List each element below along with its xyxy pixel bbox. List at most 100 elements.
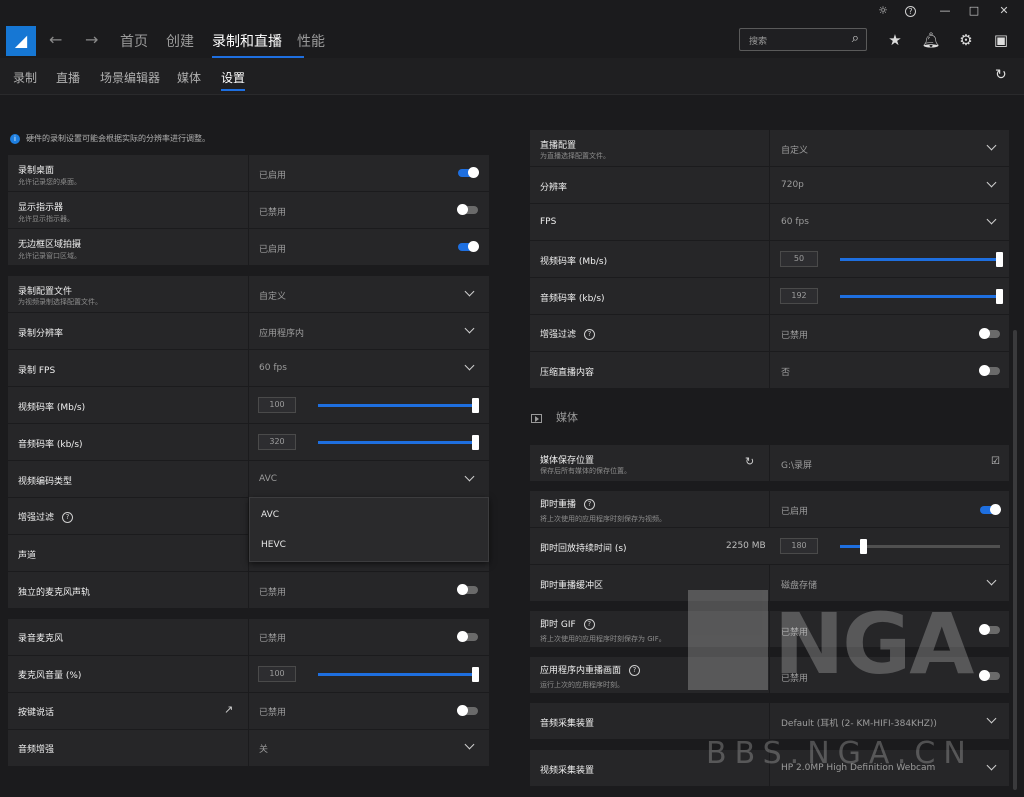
setting-label: 媒体保存位置 xyxy=(540,456,595,466)
mic-volume-input[interactable]: 100 xyxy=(258,666,296,682)
help-icon[interactable]: ? xyxy=(584,329,596,340)
chevron-down-icon[interactable] xyxy=(986,140,997,151)
tab-media[interactable]: 媒体 xyxy=(177,69,201,86)
setting-row-record-resolution[interactable]: 录制分辨率 应用程序内 xyxy=(8,313,489,350)
bell-icon[interactable]: 🔔︎ xyxy=(921,30,941,50)
reset-location-icon[interactable]: ↻ xyxy=(745,455,754,468)
setting-label: 增强过滤? xyxy=(540,327,596,340)
setting-value: 关 xyxy=(259,745,269,755)
tab-scene-editor[interactable]: 场景编辑器 xyxy=(100,69,160,86)
tab-stream[interactable]: 直播 xyxy=(56,69,80,86)
stream-enhance-label: 增强过滤 xyxy=(540,330,577,340)
mic-volume-slider[interactable] xyxy=(318,667,479,682)
setting-label: 即时回放持续时间 (s) xyxy=(540,544,627,554)
setting-row-audio-boost[interactable]: 音频增强 关 xyxy=(8,730,489,767)
chevron-down-icon[interactable] xyxy=(464,286,475,297)
help-icon[interactable]: ? xyxy=(583,619,595,630)
stream-video-bitrate-input[interactable]: 50 xyxy=(780,251,818,267)
share-arrow-icon[interactable]: ↗ xyxy=(224,703,233,716)
account-icon[interactable]: ▣ xyxy=(991,30,1011,50)
setting-label: 视频码率 (Mb/s) xyxy=(18,403,86,413)
edit-folder-icon[interactable]: ☑ xyxy=(991,456,1000,467)
setting-label: 录制配置文件 xyxy=(18,287,73,297)
scrollbar[interactable] xyxy=(1013,330,1017,790)
help-icon[interactable]: ? xyxy=(905,6,916,17)
nav-record-stream[interactable]: 录制和直播 xyxy=(212,31,282,51)
nga-watermark: NGA BBS.NGA.CN xyxy=(688,590,988,790)
record-desktop-toggle[interactable] xyxy=(458,167,479,178)
setting-row-stream-resolution[interactable]: 分辨率 720p xyxy=(530,167,1009,204)
stream-enhance-toggle[interactable] xyxy=(979,328,1000,339)
nav-performance[interactable]: 性能 xyxy=(297,31,325,51)
setting-desc: 允许显示指示器。 xyxy=(18,215,74,223)
setting-desc: 为直播选择配置文件。 xyxy=(540,152,610,160)
help-icon[interactable]: ? xyxy=(62,512,74,523)
reset-icon[interactable]: ↻ xyxy=(995,67,1007,83)
setting-label: 录制桌面 xyxy=(18,166,55,176)
chevron-down-icon[interactable] xyxy=(464,739,475,750)
tab-record[interactable]: 录制 xyxy=(13,69,37,86)
video-bitrate-input[interactable]: 100 xyxy=(258,397,296,413)
video-bitrate-slider[interactable] xyxy=(318,398,479,413)
push-to-talk-toggle[interactable] xyxy=(457,705,478,716)
setting-row-record-fps[interactable]: 录制 FPS 60 fps xyxy=(8,350,489,387)
setting-desc: 保存后所有媒体的保存位置。 xyxy=(540,467,631,475)
setting-value: 60 fps xyxy=(781,217,809,227)
instant-replay-toggle[interactable] xyxy=(980,504,1001,515)
setting-row-stream-fps[interactable]: FPS 60 fps xyxy=(530,204,1009,241)
search-input[interactable]: 搜索 ⌕ xyxy=(739,28,867,51)
bug-report-icon[interactable]: ☼ xyxy=(875,3,891,19)
media-section-header: 媒体 xyxy=(531,409,578,425)
back-arrow-icon[interactable]: ← xyxy=(49,30,62,49)
setting-label: 直播配置 xyxy=(540,141,577,151)
nav-home[interactable]: 首页 xyxy=(120,31,148,51)
setting-row-stream-profile[interactable]: 直播配置 为直播选择配置文件。 自定义 xyxy=(530,130,1009,167)
setting-row-compress-stream: 压缩直播内容 否 xyxy=(530,352,1009,389)
setting-row-record-profile[interactable]: 录制配置文件 为视频录制选择配置文件。 自定义 xyxy=(8,276,489,313)
close-button[interactable]: ✕ xyxy=(996,3,1012,19)
chevron-down-icon[interactable] xyxy=(464,360,475,371)
chevron-down-icon[interactable] xyxy=(464,323,475,334)
setting-row-mic-track: 独立的麦克风声轨 已禁用 xyxy=(8,572,489,609)
borderless-toggle[interactable] xyxy=(458,241,479,252)
nav-create[interactable]: 创建 xyxy=(166,31,194,51)
amd-logo[interactable]: ◢ xyxy=(6,26,36,56)
mic-track-toggle[interactable] xyxy=(457,584,478,595)
help-icon[interactable]: ? xyxy=(629,665,641,676)
show-indicator-toggle[interactable] xyxy=(457,204,478,215)
setting-value: 已禁用 xyxy=(259,708,287,718)
chevron-down-icon[interactable] xyxy=(986,713,997,724)
stream-audio-bitrate-slider[interactable] xyxy=(840,289,1003,304)
maximize-button[interactable]: □ xyxy=(966,3,982,19)
compress-stream-toggle[interactable] xyxy=(979,365,1000,376)
gear-icon[interactable]: ⚙ xyxy=(956,30,976,50)
chevron-down-icon[interactable] xyxy=(986,760,997,771)
forward-arrow-icon[interactable]: → xyxy=(85,30,98,49)
stream-video-bitrate-slider[interactable] xyxy=(840,252,1003,267)
tab-settings[interactable]: 设置 xyxy=(221,69,245,86)
audio-bitrate-input[interactable]: 320 xyxy=(258,434,296,450)
chevron-down-icon[interactable] xyxy=(986,575,997,586)
replay-duration-slider[interactable] xyxy=(840,539,1000,554)
help-icon[interactable]: ? xyxy=(584,499,596,510)
setting-label: 即时重播? xyxy=(540,497,596,510)
star-icon[interactable]: ★ xyxy=(885,30,905,50)
audio-bitrate-slider[interactable] xyxy=(318,435,479,450)
chevron-down-icon[interactable] xyxy=(464,471,475,482)
setting-row-codec[interactable]: 视频编码类型 AVC xyxy=(8,461,489,498)
setting-label: 声道 xyxy=(18,551,37,561)
replay-duration-input[interactable]: 180 xyxy=(780,538,818,554)
setting-label: FPS xyxy=(540,217,557,227)
chevron-down-icon[interactable] xyxy=(986,214,997,225)
chevron-down-icon[interactable] xyxy=(986,177,997,188)
setting-value: 720p xyxy=(781,180,804,190)
record-mic-toggle[interactable] xyxy=(457,631,478,642)
setting-row-mic-volume: 麦克风音量 (%) 100 xyxy=(8,656,489,693)
codec-option-hevc[interactable]: HEVC xyxy=(261,540,286,550)
search-icon[interactable]: ⌕ xyxy=(852,31,859,46)
setting-label: 显示指示器 xyxy=(18,203,64,213)
stream-audio-bitrate-input[interactable]: 192 xyxy=(780,288,818,304)
codec-option-avc[interactable]: AVC xyxy=(261,510,279,520)
minimize-button[interactable]: — xyxy=(937,3,953,19)
setting-value: AVC xyxy=(259,474,278,484)
